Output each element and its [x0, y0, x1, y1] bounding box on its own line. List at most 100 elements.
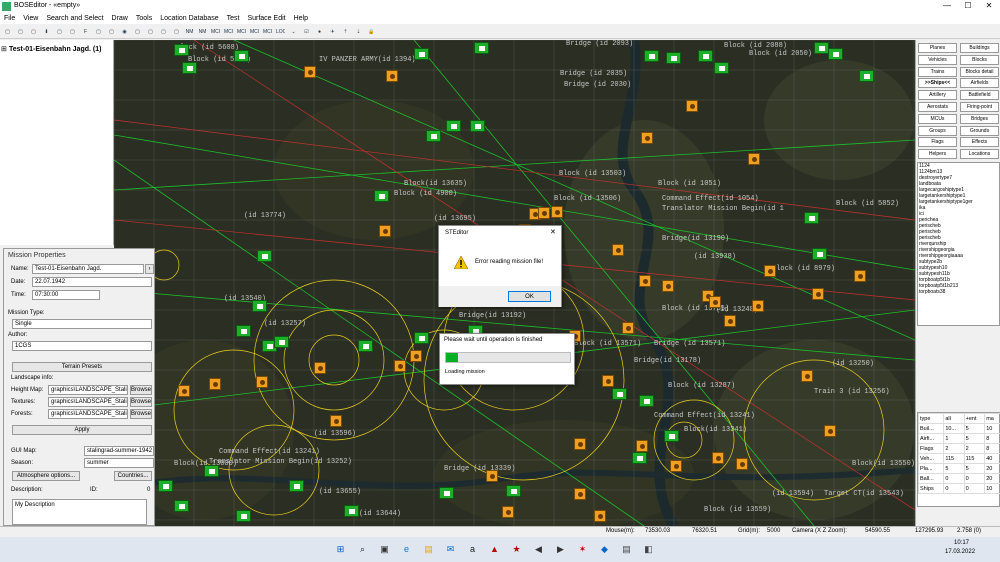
block-icon[interactable] — [686, 100, 698, 112]
building-icon[interactable] — [814, 42, 829, 54]
block-icon[interactable] — [801, 370, 813, 382]
building-icon[interactable] — [666, 52, 681, 64]
date-input[interactable]: 22.07.1942 — [32, 277, 152, 287]
menu-tools[interactable]: Tools — [136, 13, 152, 24]
building-icon[interactable] — [639, 395, 654, 407]
countries-button[interactable]: Countries... — [114, 471, 152, 481]
toolbar-button-19[interactable]: MCU — [249, 26, 260, 37]
toolbar-button-1[interactable]: ▢ — [15, 26, 26, 37]
library-button-airfields[interactable]: Airfields — [960, 78, 999, 89]
building-icon[interactable] — [182, 62, 197, 74]
taskbar-icon-1[interactable]: ⌕ — [355, 542, 370, 557]
block-icon[interactable] — [641, 132, 653, 144]
forests-input[interactable]: graphics\LANDSCAPE_Stalir — [48, 409, 128, 419]
toolbar-button-23[interactable]: ☑ — [301, 26, 312, 37]
library-button-blocks[interactable]: Blocks — [960, 54, 999, 65]
block-icon[interactable] — [670, 460, 682, 472]
taskbar-icon-12[interactable]: ◆ — [597, 542, 612, 557]
library-button-trains[interactable]: Trains — [918, 66, 957, 77]
building-icon[interactable] — [426, 130, 441, 142]
list-item[interactable]: torpboats38 — [918, 289, 999, 295]
error-dialog-close-button[interactable]: ✕ — [550, 228, 556, 236]
block-icon[interactable] — [178, 385, 190, 397]
taskbar-icon-13[interactable]: ▤ — [619, 542, 634, 557]
toolbar-button-7[interactable]: ▢ — [93, 26, 104, 37]
block-icon[interactable] — [594, 510, 606, 522]
building-icon[interactable] — [632, 452, 647, 464]
block-icon[interactable] — [709, 296, 721, 308]
block-icon[interactable] — [662, 280, 674, 292]
library-button-blocksdetail[interactable]: Blocks detail — [960, 66, 999, 77]
terrain-presets-button[interactable]: Terrain Presets — [12, 362, 152, 372]
library-button-vehicles[interactable]: Vehicles — [918, 54, 957, 65]
block-icon[interactable] — [304, 66, 316, 78]
toolbar-button-17[interactable]: MCU — [223, 26, 234, 37]
menu-surface-edit[interactable]: Surface Edit — [247, 13, 285, 24]
library-button-grounds[interactable]: Grounds — [960, 125, 999, 136]
textures-browse-button[interactable]: Browse — [130, 397, 152, 407]
taskbar-icon-6[interactable]: a — [465, 542, 480, 557]
toolbar-button-18[interactable]: MCU — [236, 26, 247, 37]
block-icon[interactable] — [209, 378, 221, 390]
library-button-groups[interactable]: Groups — [918, 125, 957, 136]
toolbar-button-6[interactable]: F — [80, 26, 91, 37]
building-icon[interactable] — [714, 62, 729, 74]
author-input[interactable]: 1CGS — [12, 341, 152, 351]
library-button-battlefield[interactable]: Battlefield — [960, 90, 999, 101]
library-button-helpers[interactable]: Helpers — [918, 149, 957, 160]
height-map-browse-button[interactable]: Browse — [130, 385, 152, 395]
menu-search-select[interactable]: Search and Select — [46, 13, 103, 24]
taskbar-icon-11[interactable]: ✶ — [575, 542, 590, 557]
apply-button[interactable]: Apply — [12, 425, 152, 435]
building-icon[interactable] — [828, 48, 843, 60]
name-more-button[interactable]: › — [145, 264, 154, 274]
library-button-artillery[interactable]: Artillery — [918, 90, 957, 101]
building-icon[interactable] — [698, 50, 713, 62]
maximize-button[interactable]: ☐ — [961, 1, 975, 10]
library-button-buildings[interactable]: Buildings — [960, 43, 999, 53]
forests-browse-button[interactable]: Browse — [130, 409, 152, 419]
toolbar-button-12[interactable]: ▢ — [158, 26, 169, 37]
building-icon[interactable] — [374, 190, 389, 202]
taskbar-icon-0[interactable]: ⊞ — [333, 542, 348, 557]
taskbar-icon-3[interactable]: e — [399, 542, 414, 557]
toolbar-button-24[interactable]: ● — [314, 26, 325, 37]
library-button-ships[interactable]: >>Ships<< — [918, 78, 957, 89]
block-icon[interactable] — [639, 275, 651, 287]
block-icon[interactable] — [854, 270, 866, 282]
toolbar-button-27[interactable]: ⇣ — [353, 26, 364, 37]
block-icon[interactable] — [502, 506, 514, 518]
toolbar-button-13[interactable]: ▢ — [171, 26, 182, 37]
block-icon[interactable] — [256, 376, 268, 388]
toolbar-button-0[interactable]: ▢ — [2, 26, 13, 37]
block-icon[interactable] — [712, 452, 724, 464]
block-icon[interactable] — [612, 244, 624, 256]
expand-icon[interactable]: ⊞ — [1, 45, 7, 53]
toolbar-button-28[interactable]: 🔒 — [366, 26, 377, 37]
toolbar-button-22[interactable]: ⌄ — [288, 26, 299, 37]
building-icon[interactable] — [358, 340, 373, 352]
building-icon[interactable] — [158, 480, 173, 492]
building-icon[interactable] — [664, 430, 679, 442]
block-icon[interactable] — [574, 488, 586, 500]
building-icon[interactable] — [236, 510, 251, 522]
block-icon[interactable] — [736, 458, 748, 470]
minimize-button[interactable]: — — [940, 1, 954, 10]
building-icon[interactable] — [344, 505, 359, 517]
toolbar-button-14[interactable]: NM — [184, 26, 195, 37]
building-icon[interactable] — [236, 325, 251, 337]
block-icon[interactable] — [764, 265, 776, 277]
mission-tree[interactable]: ⊞ Test-01-Eisenbahn Jagd. (1) — [0, 40, 114, 245]
library-button-locations[interactable]: Locations — [960, 149, 999, 160]
menu-help[interactable]: Help — [294, 13, 308, 24]
taskbar-icon-7[interactable]: ▲ — [487, 542, 502, 557]
menu-view[interactable]: View — [23, 13, 38, 24]
ok-button[interactable]: OK — [508, 291, 551, 302]
block-icon[interactable] — [724, 315, 736, 327]
close-button[interactable]: ✕ — [982, 1, 996, 10]
block-icon[interactable] — [574, 438, 586, 450]
block-icon[interactable] — [824, 425, 836, 437]
season-select[interactable]: summer — [84, 458, 154, 468]
block-icon[interactable] — [394, 360, 406, 372]
block-icon[interactable] — [386, 70, 398, 82]
